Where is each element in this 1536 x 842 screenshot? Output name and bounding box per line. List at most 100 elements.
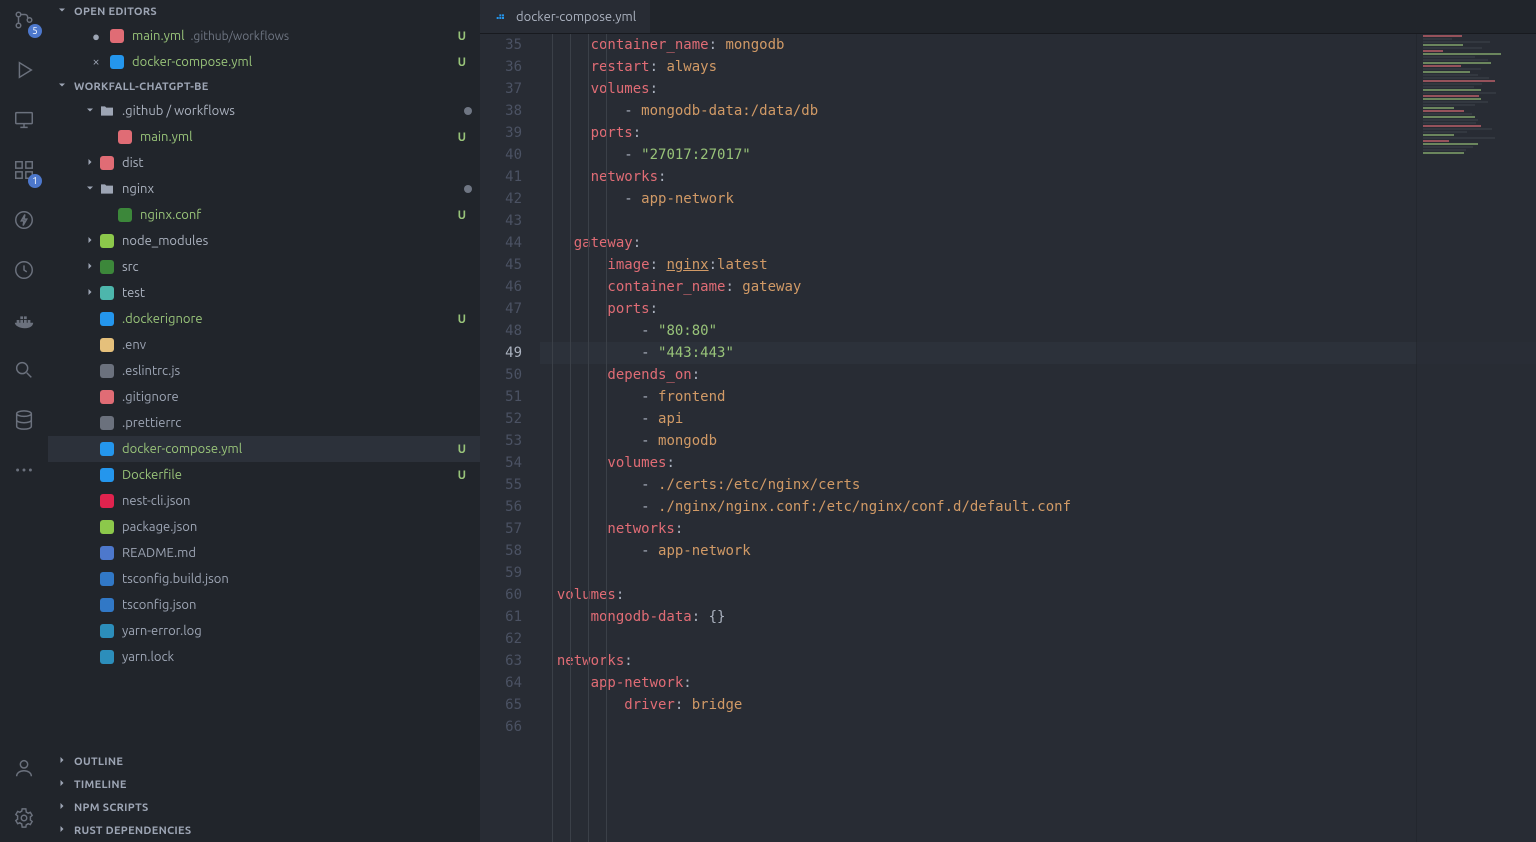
git-status: U [458, 56, 466, 69]
open-editor-main-yml[interactable]: ● main.yml .github/workflows U [48, 23, 480, 49]
folder-file-icon [98, 102, 116, 120]
git-status: U [458, 209, 466, 222]
chevron-down-icon [82, 104, 98, 119]
folder--github-workflows[interactable]: .github / workflows [48, 98, 480, 124]
remote-icon[interactable] [10, 106, 38, 134]
docker-file-icon [494, 9, 510, 25]
docker-file-icon [108, 53, 126, 71]
prettier-file-icon [98, 414, 116, 432]
untracked-dot-icon [464, 107, 472, 115]
line-gutter: 3536373839404142434445464748495051525354… [480, 34, 540, 842]
activity-bar: 5 1 [0, 0, 48, 842]
extensions-icon[interactable]: 1 [10, 156, 38, 184]
workspace-name: WORKFALL-CHATGPT-BE [74, 81, 209, 93]
section-label: Rust Dependencies [74, 825, 191, 837]
tree-label: yarn.lock [122, 650, 174, 664]
chevron-right-icon [56, 800, 70, 815]
tree-label: src [122, 260, 139, 274]
file--dockerignore[interactable]: .dockerignoreU [48, 306, 480, 332]
file-path-desc: .github/workflows [191, 30, 290, 43]
file-yarn-error-log[interactable]: yarn-error.log [48, 618, 480, 644]
file--prettierrc[interactable]: .prettierrc [48, 410, 480, 436]
minimap[interactable] [1416, 34, 1536, 842]
tab-label: docker-compose.yml [516, 10, 636, 24]
tree-label: node_modules [122, 234, 208, 248]
docker-file-icon [98, 440, 116, 458]
code-editor[interactable]: 3536373839404142434445464748495051525354… [480, 34, 1536, 842]
run-debug-icon[interactable] [10, 56, 38, 84]
test-file-icon [98, 284, 116, 302]
file-docker-compose-yml[interactable]: docker-compose.yml U [48, 436, 480, 462]
tab-bar: docker-compose.yml [480, 0, 1536, 34]
tree-label: .gitignore [122, 390, 179, 404]
docker-file-icon [98, 466, 116, 484]
section-outline[interactable]: Outline [48, 750, 480, 773]
folder-test[interactable]: test [48, 280, 480, 306]
file-tsconfig-json[interactable]: tsconfig.json [48, 592, 480, 618]
tree-label: README.md [122, 546, 196, 560]
tree-label: .eslintrc.js [122, 364, 180, 378]
section-timeline[interactable]: Timeline [48, 773, 480, 796]
tree-label: docker-compose.yml [122, 442, 242, 456]
tree-label: test [122, 286, 145, 300]
file-label: docker-compose.yml [132, 55, 252, 69]
readme-file-icon [98, 544, 116, 562]
file--eslintrc-js[interactable]: .eslintrc.js [48, 358, 480, 384]
yarn-file-icon [98, 648, 116, 666]
tree-label: tsconfig.build.json [122, 572, 229, 586]
chevron-right-icon [82, 156, 98, 171]
gitlens-icon[interactable] [10, 256, 38, 284]
tree-label: Dockerfile [122, 468, 182, 482]
git-status: U [458, 443, 466, 456]
folder-nginx[interactable]: nginx [48, 176, 480, 202]
section-label: Outline [74, 756, 123, 768]
tree-label: yarn-error.log [122, 624, 202, 638]
file-nest-cli-json[interactable]: nest-cli.json [48, 488, 480, 514]
tab-docker-compose[interactable]: docker-compose.yml [480, 0, 650, 33]
file--gitignore[interactable]: .gitignore [48, 384, 480, 410]
chevron-right-icon [82, 234, 98, 249]
modified-dot-icon[interactable]: ● [88, 29, 104, 44]
yml-file-icon [108, 27, 126, 45]
src-file-icon [98, 258, 116, 276]
folder-node_modules[interactable]: node_modules [48, 228, 480, 254]
folder-dist[interactable]: dist [48, 150, 480, 176]
file-yarn-lock[interactable]: yarn.lock [48, 644, 480, 670]
explorer-sidebar: Open Editors ● main.yml .github/workflows U… [48, 0, 480, 842]
thunder-icon[interactable] [10, 206, 38, 234]
section-open-editors[interactable]: Open Editors [48, 0, 480, 23]
git-status: U [458, 469, 466, 482]
chevron-down-icon [82, 182, 98, 197]
close-icon[interactable]: × [88, 55, 104, 69]
code-lines[interactable]: container_name: mongodb restart: always … [540, 34, 1536, 842]
scm-icon[interactable]: 5 [10, 6, 38, 34]
account-icon[interactable] [10, 754, 38, 782]
file-Dockerfile[interactable]: Dockerfile U [48, 462, 480, 488]
file-README-md[interactable]: README.md [48, 540, 480, 566]
scm-badge: 5 [28, 24, 42, 38]
tree-label: nest-cli.json [122, 494, 190, 508]
yml-file-icon [116, 128, 134, 146]
folder-src[interactable]: src [48, 254, 480, 280]
open-editor-docker-compose-yml[interactable]: × docker-compose.yml U [48, 49, 480, 75]
git-status: U [458, 30, 466, 43]
section-npm[interactable]: NPM Scripts [48, 796, 480, 819]
file-tsconfig-build-json[interactable]: tsconfig.build.json [48, 566, 480, 592]
settings-gear-icon[interactable] [10, 804, 38, 832]
file-label: main.yml [132, 29, 185, 43]
env-file-icon [98, 336, 116, 354]
file--env[interactable]: .env [48, 332, 480, 358]
chevron-right-icon [56, 823, 70, 838]
git-status: U [458, 313, 466, 326]
section-rust[interactable]: Rust Dependencies [48, 819, 480, 842]
search-icon[interactable] [10, 356, 38, 384]
file-main-yml[interactable]: main.ymlU [48, 124, 480, 150]
file-nginx-conf[interactable]: nginx.confU [48, 202, 480, 228]
database-icon[interactable] [10, 406, 38, 434]
section-label: Open Editors [74, 6, 157, 18]
more-icon[interactable] [10, 456, 38, 484]
docker-icon[interactable] [10, 306, 38, 334]
file-package-json[interactable]: package.json [48, 514, 480, 540]
js-file-icon [98, 362, 116, 380]
section-workspace[interactable]: WORKFALL-CHATGPT-BE [48, 75, 480, 98]
